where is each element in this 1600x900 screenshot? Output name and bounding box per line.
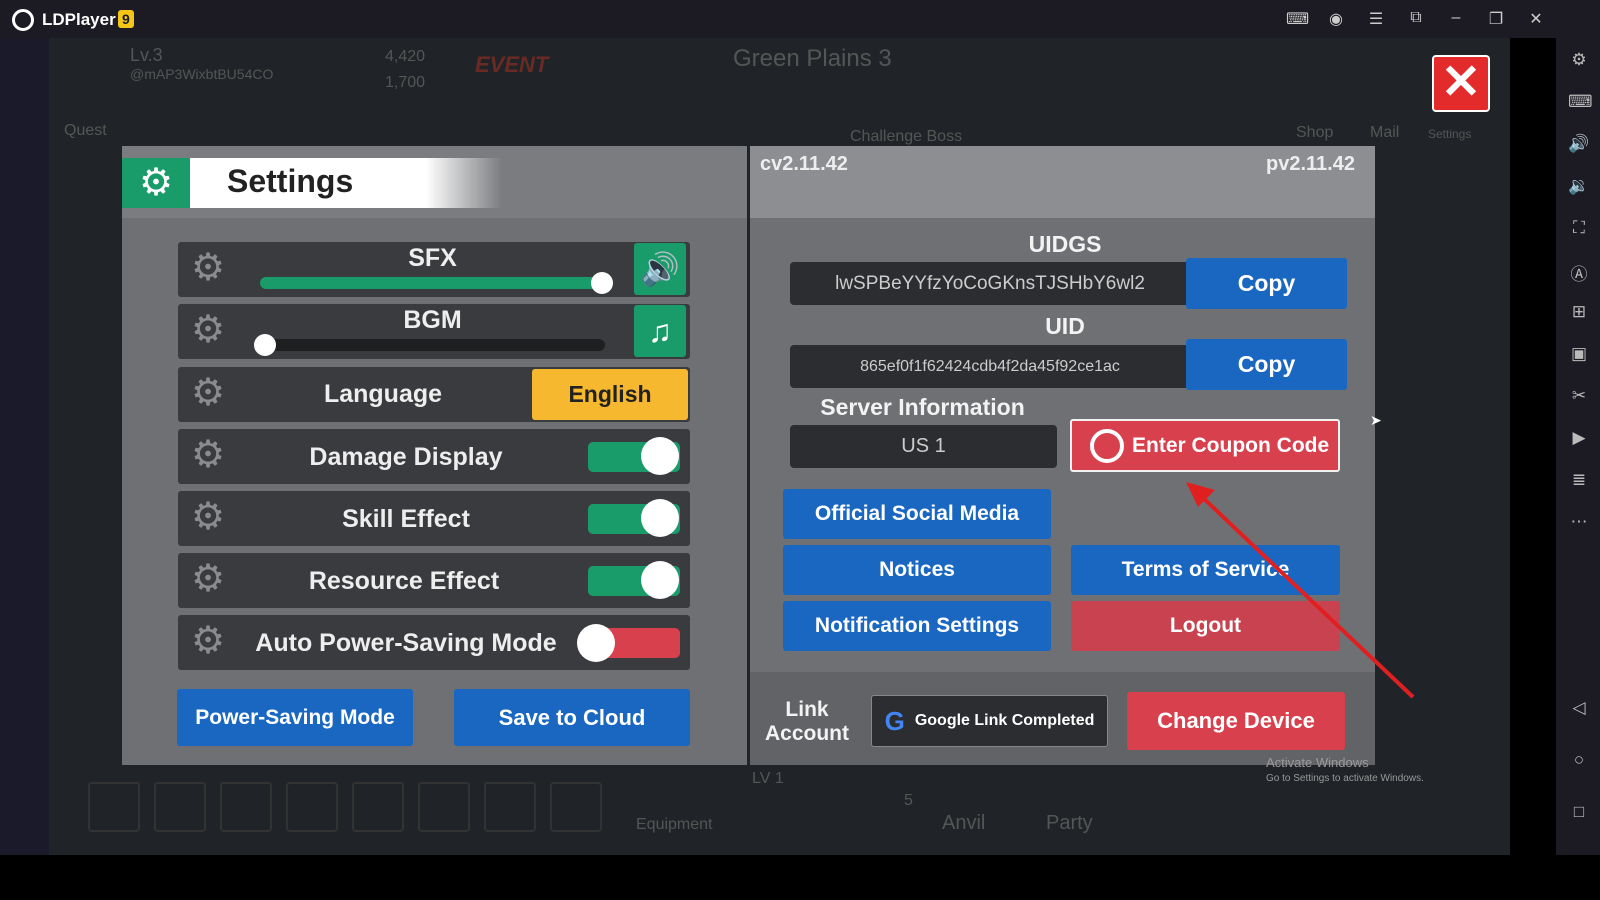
mouse-cursor-icon: ➤ [1370,412,1382,428]
activate-windows-title: Activate Windows [1266,755,1369,770]
arrow-line [1198,493,1415,699]
activate-windows-subtitle: Go to Settings to activate Windows. [1266,773,1424,784]
